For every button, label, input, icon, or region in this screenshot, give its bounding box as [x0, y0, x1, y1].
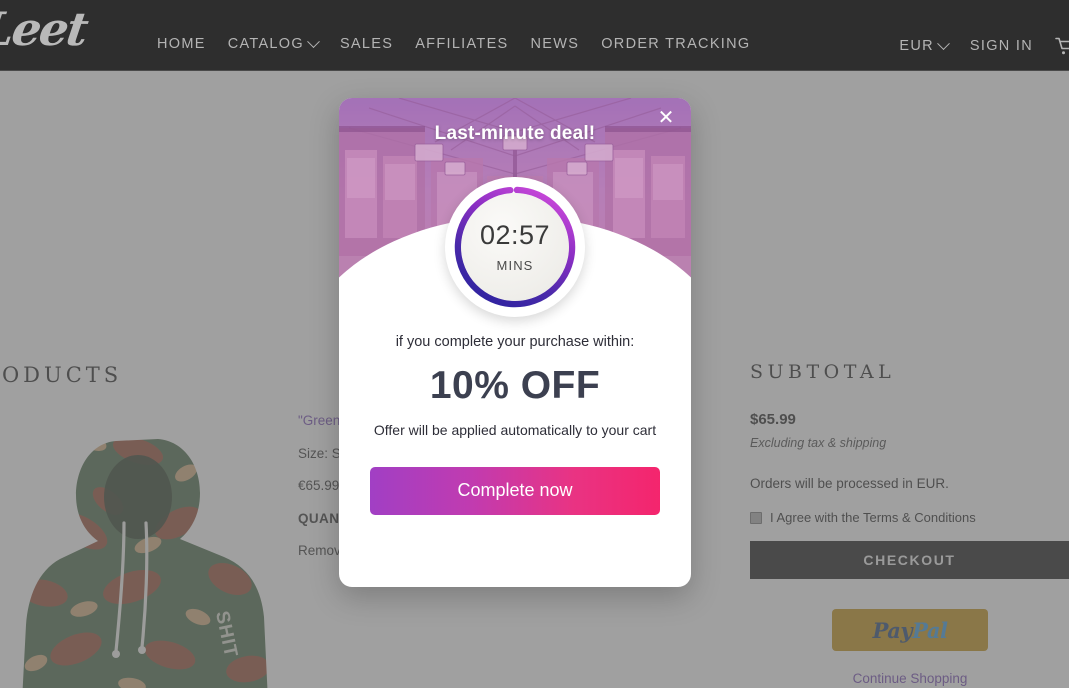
timer-unit-label: MINS — [496, 257, 534, 273]
countdown-timer: 02:57 MINS — [445, 177, 585, 317]
sign-in-label: SIGN IN — [969, 38, 1033, 54]
deal-note-text: Offer will be applied automatically to y… — [373, 422, 657, 438]
nav-item-label: SALES — [339, 36, 394, 52]
shopping-cart-icon[interactable] — [1055, 36, 1069, 56]
main-navigation: HOME CATALOG SALES AFFILIATES NEWS ORDER… — [157, 34, 750, 52]
header-utility-nav: EUR SIGN IN — [899, 36, 1069, 56]
timer-value: 02:57 — [479, 219, 551, 250]
close-icon[interactable]: ✕ — [654, 105, 678, 129]
nav-item-news[interactable]: NEWS — [531, 36, 580, 52]
deal-condition-text: if you complete your purchase within: — [395, 334, 635, 350]
chevron-down-icon — [937, 36, 950, 50]
last-minute-deal-modal: Last-minute deal! ✕ 02:57 MINS if you co… — [339, 98, 691, 587]
page-root: Leet HOME CATALOG SALES AFFILIATES NEWS … — [0, 0, 1069, 688]
site-header: Leet HOME CATALOG SALES AFFILIATES NEWS … — [0, 0, 1069, 71]
nav-item-label: AFFILIATES — [415, 36, 509, 52]
nav-item-home[interactable]: HOME — [157, 36, 206, 52]
sign-in-link[interactable]: SIGN IN — [970, 38, 1033, 54]
nav-item-order-tracking[interactable]: ORDER TRACKING — [601, 36, 750, 52]
nav-item-sales[interactable]: SALES — [340, 36, 393, 52]
chevron-down-icon — [307, 34, 320, 48]
nav-item-label: HOME — [157, 36, 206, 52]
nav-item-label: CATALOG — [227, 36, 304, 52]
modal-title: Last-minute deal! — [434, 123, 596, 144]
nav-item-label: ORDER TRACKING — [601, 36, 751, 52]
nav-item-affiliates[interactable]: AFFILIATES — [415, 36, 508, 52]
site-logo[interactable]: Leet — [0, 2, 90, 56]
complete-now-button[interactable]: Complete now — [370, 466, 660, 515]
currency-selector[interactable]: EUR — [899, 36, 950, 54]
timer-face: 02:57 MINS — [461, 193, 569, 301]
currency-label: EUR — [899, 38, 934, 54]
modal-body: if you complete your purchase within: 10… — [339, 334, 691, 515]
deal-discount-amount: 10% OFF — [429, 364, 601, 407]
nav-item-catalog[interactable]: CATALOG — [227, 34, 320, 52]
nav-item-label: NEWS — [530, 36, 580, 52]
